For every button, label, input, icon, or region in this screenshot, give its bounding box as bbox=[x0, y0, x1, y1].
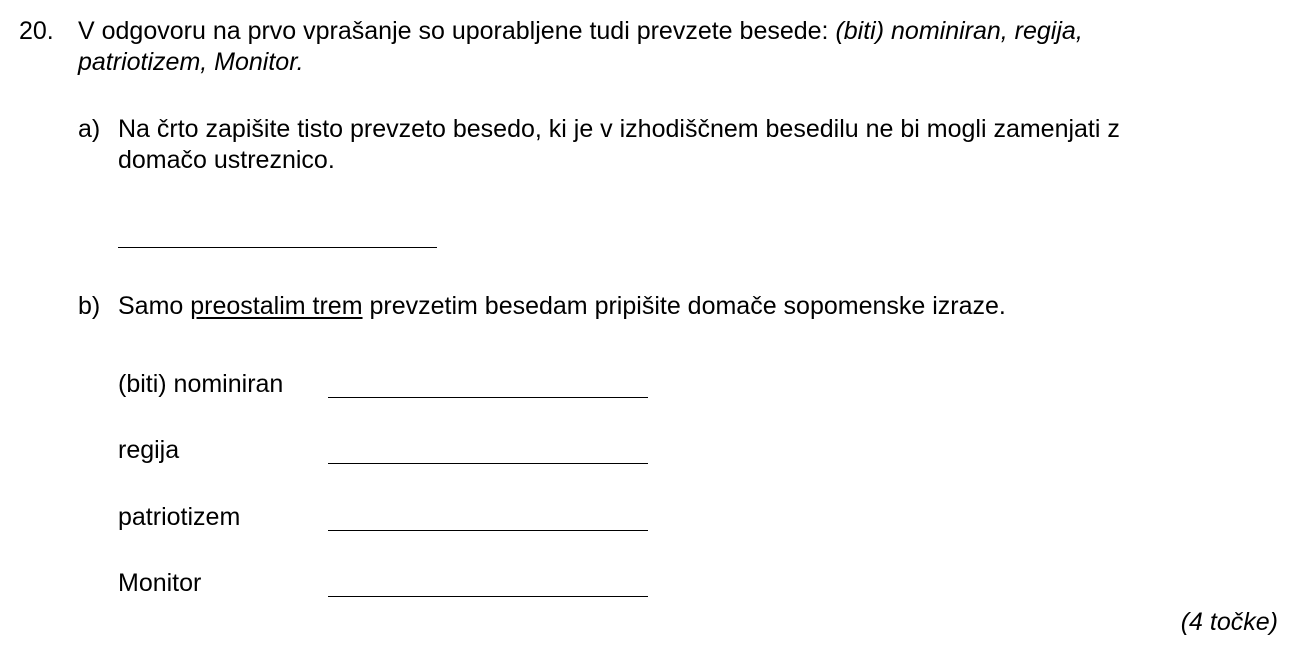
term-answer-line-regija[interactable] bbox=[328, 463, 648, 464]
part-a-answer-line[interactable] bbox=[118, 247, 437, 248]
part-b-text-after: prevzetim besedam pripišite domače sopom… bbox=[362, 292, 1006, 320]
part-b-text: Samo preostalim trem prevzetim besedam p… bbox=[118, 291, 1006, 322]
question-text-plain: V odgovoru na prvo vprašanje so uporablj… bbox=[78, 17, 836, 45]
term-answer-line-patriotizem[interactable] bbox=[328, 530, 648, 531]
term-label-regija: regija bbox=[118, 436, 180, 464]
part-a-letter: a) bbox=[78, 115, 101, 143]
part-a-text-line-2: domačo ustreznico. bbox=[118, 146, 335, 174]
question-text: V odgovoru na prvo vprašanje so uporablj… bbox=[78, 16, 1258, 78]
term-label-monitor: Monitor bbox=[118, 569, 202, 597]
question-number: 20. bbox=[19, 17, 54, 45]
term-label-patriotizem: patriotizem bbox=[118, 503, 241, 531]
question-text-italic-1: (biti) nominiran, regija, bbox=[835, 17, 1083, 45]
points-label: (4 točke) bbox=[1180, 608, 1278, 636]
term-answer-line-nominiran[interactable] bbox=[328, 397, 648, 398]
part-b-text-before: Samo bbox=[118, 292, 191, 320]
part-b-text-underlined: preostalim trem bbox=[190, 292, 363, 320]
part-a-text: Na črto zapišite tisto prevzeto besedo, … bbox=[118, 114, 1268, 176]
part-b-letter: b) bbox=[78, 292, 101, 320]
part-a-text-line-1: Na črto zapišite tisto prevzeto besedo, … bbox=[118, 115, 1120, 143]
term-answer-line-monitor[interactable] bbox=[328, 596, 648, 597]
question-text-italic-2: patriotizem, Monitor. bbox=[78, 48, 304, 76]
term-label-nominiran: (biti) nominiran bbox=[118, 370, 284, 398]
